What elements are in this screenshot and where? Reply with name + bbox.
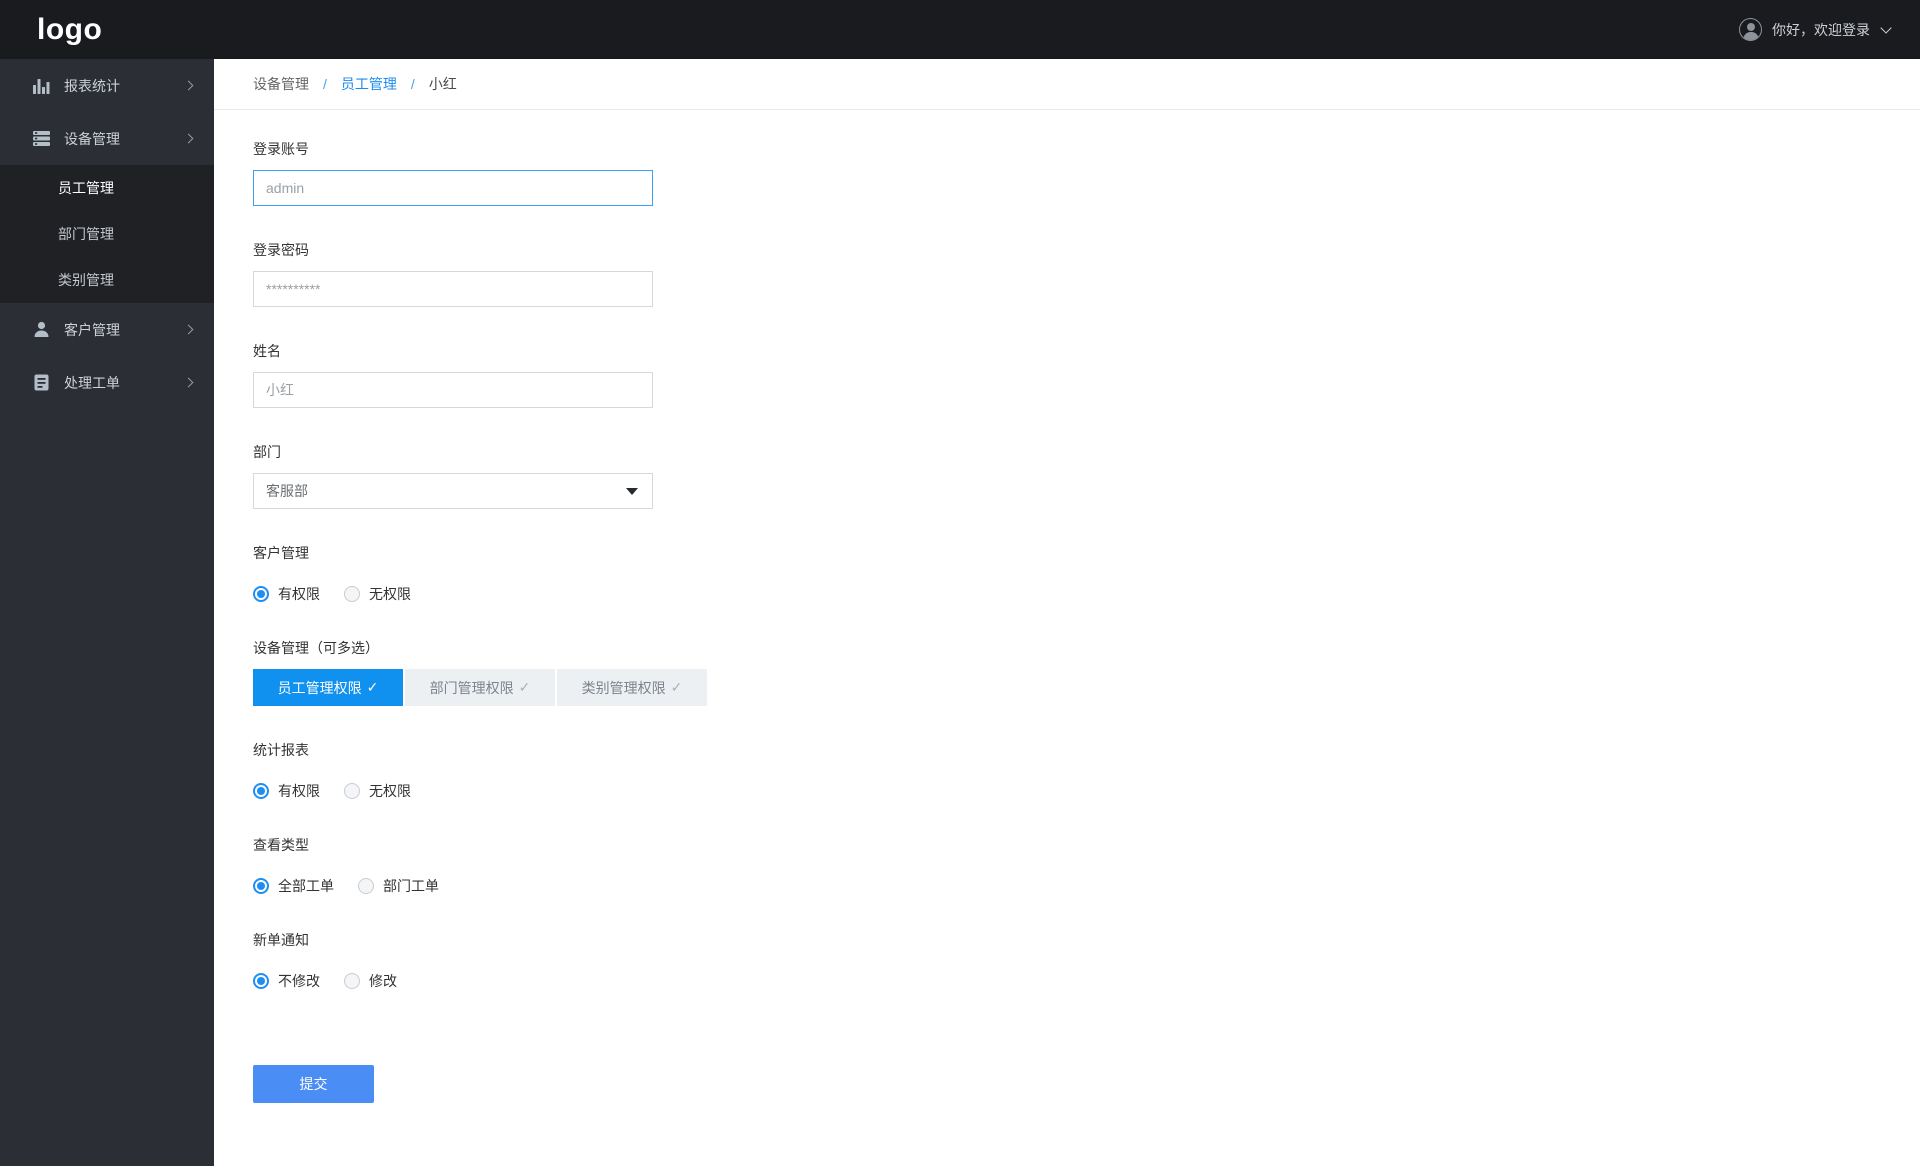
password-input[interactable] <box>253 271 653 307</box>
chevron-right-icon <box>183 80 194 91</box>
chevron-right-icon <box>183 133 194 144</box>
password-group: 登录密码 <box>253 242 1920 307</box>
account-label: 登录账号 <box>253 141 309 157</box>
sidebar-item-department-mgmt[interactable]: 部门管理 <box>0 211 214 257</box>
toggle-category-permission[interactable]: 类别管理权限 ✓ <box>557 669 707 706</box>
radio-checked-icon[interactable] <box>253 783 269 799</box>
radio-option-no-permission[interactable]: 无权限 <box>344 584 411 604</box>
account-input[interactable] <box>253 170 653 206</box>
radio-unchecked-icon[interactable] <box>358 878 374 894</box>
name-input[interactable] <box>253 372 653 408</box>
breadcrumb-separator: / <box>323 76 327 92</box>
radio-checked-icon[interactable] <box>253 973 269 989</box>
radio-unchecked-icon[interactable] <box>344 783 360 799</box>
main-content: 设备管理 / 员工管理 / 小红 登录账号 登录密码 姓名 部门 客服部 <box>214 59 1920 1166</box>
department-selected-value: 客服部 <box>266 483 308 499</box>
sidebar-item-label: 报表统计 <box>64 77 120 94</box>
breadcrumb-separator: / <box>410 76 415 92</box>
radio-option-no-permission[interactable]: 无权限 <box>344 781 411 801</box>
view-type-options: 全部工单 部门工单 <box>253 866 1920 896</box>
department-select[interactable]: 客服部 <box>253 473 653 509</box>
document-icon <box>32 373 51 392</box>
sidebar: 报表统计 设备管理 员工管理 部门管理 类别管理 客户管理 处理工单 <box>0 59 214 1166</box>
department-group: 部门 客服部 <box>253 444 1920 509</box>
account-group: 登录账号 <box>253 141 1920 206</box>
sidebar-item-label: 处理工单 <box>64 374 120 391</box>
app-logo: logo <box>37 12 103 46</box>
radio-checked-icon[interactable] <box>253 878 269 894</box>
radio-option-department-tickets[interactable]: 部门工单 <box>358 876 439 896</box>
device-mgmt-group: 设备管理（可多选） 员工管理权限 ✓ 部门管理权限 ✓ 类别管理权限 ✓ <box>253 640 1920 706</box>
password-label: 登录密码 <box>253 242 309 258</box>
view-type-label: 查看类型 <box>253 837 309 853</box>
name-label: 姓名 <box>253 343 281 359</box>
device-mgmt-options: 员工管理权限 ✓ 部门管理权限 ✓ 类别管理权限 ✓ <box>253 669 1920 706</box>
radio-unchecked-icon[interactable] <box>344 586 360 602</box>
radio-option-has-permission[interactable]: 有权限 <box>253 584 320 604</box>
sidebar-submenu-devices: 员工管理 部门管理 类别管理 <box>0 165 214 303</box>
caret-down-icon <box>626 488 638 495</box>
radio-option-change[interactable]: 修改 <box>344 971 397 991</box>
radio-checked-icon[interactable] <box>253 586 269 602</box>
view-type-group: 查看类型 全部工单 部门工单 <box>253 837 1920 896</box>
user-menu[interactable]: 你好，欢迎登录 <box>1739 18 1892 41</box>
breadcrumb: 设备管理 / 员工管理 / 小红 <box>214 59 1920 110</box>
report-options: 有权限 无权限 <box>253 771 1920 801</box>
department-label: 部门 <box>253 444 281 460</box>
sidebar-item-tickets[interactable]: 处理工单 <box>0 356 214 409</box>
notification-label: 新单通知 <box>253 932 309 948</box>
chevron-down-icon <box>1880 21 1892 34</box>
sidebar-item-devices[interactable]: 设备管理 <box>0 112 214 165</box>
user-icon <box>32 320 51 339</box>
breadcrumb-employee-mgmt[interactable]: 员工管理 <box>341 74 397 94</box>
chevron-right-icon <box>183 377 194 388</box>
radio-option-has-permission[interactable]: 有权限 <box>253 781 320 801</box>
avatar-icon <box>1739 18 1762 41</box>
breadcrumb-device-mgmt[interactable]: 设备管理 <box>253 74 309 94</box>
sidebar-item-label: 客户管理 <box>64 321 120 338</box>
sidebar-item-label: 设备管理 <box>64 130 120 147</box>
check-icon: ✓ <box>518 679 531 695</box>
check-icon: ✓ <box>366 679 379 695</box>
customer-mgmt-group: 客户管理 有权限 无权限 <box>253 545 1920 604</box>
sidebar-item-employee-mgmt[interactable]: 员工管理 <box>0 165 214 211</box>
radio-unchecked-icon[interactable] <box>344 973 360 989</box>
employee-form: 登录账号 登录密码 姓名 部门 客服部 客户管理 <box>214 110 1920 1103</box>
notification-options: 不修改 修改 <box>253 961 1920 991</box>
user-greeting: 你好，欢迎登录 <box>1772 21 1870 38</box>
server-icon <box>32 129 51 148</box>
sidebar-item-customers[interactable]: 客户管理 <box>0 303 214 356</box>
top-header: logo 你好，欢迎登录 <box>0 0 1920 59</box>
notification-group: 新单通知 不修改 修改 <box>253 932 1920 991</box>
report-group: 统计报表 有权限 无权限 <box>253 742 1920 801</box>
report-label: 统计报表 <box>253 742 309 758</box>
sidebar-item-category-mgmt[interactable]: 类别管理 <box>0 257 214 303</box>
customer-mgmt-label: 客户管理 <box>253 545 309 561</box>
sidebar-item-reports[interactable]: 报表统计 <box>0 59 214 112</box>
radio-option-all-tickets[interactable]: 全部工单 <box>253 876 334 896</box>
breadcrumb-current-page: 小红 <box>428 76 457 92</box>
submit-button[interactable]: 提交 <box>253 1065 374 1103</box>
radio-option-no-change[interactable]: 不修改 <box>253 971 320 991</box>
check-icon: ✓ <box>670 679 683 695</box>
toggle-employee-permission[interactable]: 员工管理权限 ✓ <box>253 669 403 706</box>
toggle-department-permission[interactable]: 部门管理权限 ✓ <box>405 669 555 706</box>
customer-mgmt-options: 有权限 无权限 <box>253 574 1920 604</box>
name-group: 姓名 <box>253 343 1920 408</box>
device-mgmt-label: 设备管理（可多选） <box>253 640 379 656</box>
submit-row: 提交 <box>253 1027 1920 1103</box>
bar-chart-icon <box>32 76 51 95</box>
chevron-right-icon <box>183 324 194 335</box>
